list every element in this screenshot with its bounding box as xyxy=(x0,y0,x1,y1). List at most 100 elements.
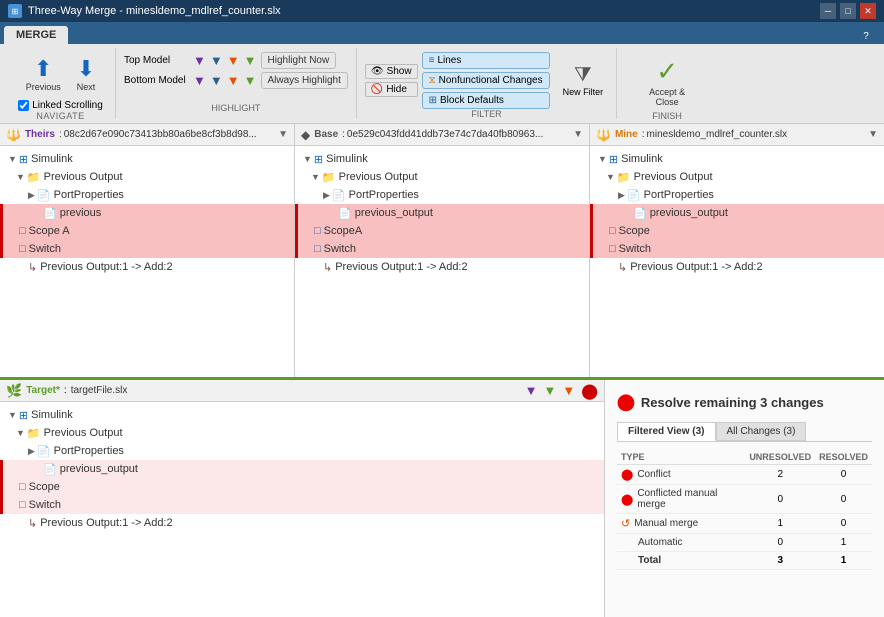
highlight-now-button[interactable]: Highlight Now xyxy=(261,52,337,69)
help-button[interactable]: ? xyxy=(858,28,874,44)
always-highlight-button[interactable]: Always Highlight xyxy=(261,72,348,89)
checkmark-icon: ✓ xyxy=(656,56,678,87)
list-item[interactable]: ▼ ⊞ Simulink xyxy=(0,406,604,424)
list-item[interactable]: ▶ 📄 PortProperties xyxy=(0,186,294,204)
maximize-button[interactable]: □ xyxy=(840,3,856,19)
top-model-icon3[interactable]: ▼ xyxy=(227,53,240,68)
list-item[interactable]: □ ScopeA xyxy=(295,222,589,240)
list-item[interactable]: □ Switch xyxy=(0,496,604,514)
accept-close-button[interactable]: ✓ Accept & Close xyxy=(643,52,691,111)
top-diff-area: 🔱 Theirs : 08c2d67e090c73413bb80a6be8cf3… xyxy=(0,124,884,377)
nonfunctional-button[interactable]: ≡ Lines xyxy=(422,52,550,69)
list-item[interactable]: ▼ 📁 Previous Output xyxy=(295,168,589,186)
bottom-model-icon2[interactable]: ▼ xyxy=(210,73,223,88)
folder-icon: 📁 xyxy=(617,171,631,184)
list-item[interactable]: □ Switch xyxy=(590,240,884,258)
theirs-panel[interactable]: ▼ ⊞ Simulink ▼ 📁 Previous Output ▶ 📄 Por… xyxy=(0,146,295,377)
nonfunctional-changes-button[interactable]: ⧖ Nonfunctional Changes xyxy=(422,72,550,89)
table-row: ↺ Manual merge 1 0 xyxy=(617,514,872,534)
minimize-button[interactable]: ─ xyxy=(820,3,836,19)
type-col-header: TYPE xyxy=(617,450,745,465)
list-item[interactable]: ▶ 📄 PortProperties xyxy=(590,186,884,204)
bottom-model-icon1[interactable]: ▼ xyxy=(193,73,206,88)
scope-icon: □ xyxy=(609,225,616,237)
highlight-group: Top Model ▼ ▼ ▼ ▼ Highlight Now Bottom M… xyxy=(116,48,357,119)
simulink-icon: ⊞ xyxy=(609,153,618,166)
list-item[interactable]: ▶ 📄 PortProperties xyxy=(0,442,604,460)
linked-scrolling-checkbox[interactable] xyxy=(18,100,29,111)
bottom-split: 🌿 Target* : targetFile.slx ▼ ▼ ▼ ⬤ ▼ ⊞ S… xyxy=(0,377,884,617)
bottom-model-icon4[interactable]: ▼ xyxy=(244,73,257,88)
next-button[interactable]: ⬇ Next xyxy=(71,52,102,96)
expand-icon[interactable]: ▼ xyxy=(16,428,25,438)
list-item[interactable]: ↳ Previous Output:1 -> Add:2 xyxy=(0,258,294,276)
list-item[interactable]: ▼ 📁 Previous Output xyxy=(0,424,604,442)
hide-button[interactable]: 🚫 Hide xyxy=(365,82,418,97)
filtered-view-tab[interactable]: Filtered View (3) xyxy=(617,422,716,441)
expand-icon[interactable]: ▼ xyxy=(598,154,607,164)
switch-icon: □ xyxy=(19,499,26,511)
expand-icon[interactable]: ▼ xyxy=(8,154,17,164)
expand-icon[interactable]: ▶ xyxy=(28,190,35,201)
app-icon: ⊞ xyxy=(8,4,22,18)
list-item[interactable]: ↳ Previous Output:1 -> Add:2 xyxy=(590,258,884,276)
expand-icon[interactable]: ▼ xyxy=(303,154,312,164)
list-item[interactable]: 📄 previous_output xyxy=(295,204,589,222)
target-action2[interactable]: ▼ xyxy=(543,383,556,398)
list-item[interactable]: ↳ Previous Output:1 -> Add:2 xyxy=(295,258,589,276)
top-model-icon4[interactable]: ▼ xyxy=(244,53,257,68)
show-button[interactable]: 👁 Show xyxy=(365,64,418,79)
expand-icon[interactable]: ▼ xyxy=(606,172,615,182)
list-item[interactable]: ▼ ⊞ Simulink xyxy=(590,150,884,168)
target-tree-content[interactable]: ▼ ⊞ Simulink ▼ 📁 Previous Output ▶ 📄 Por… xyxy=(0,402,604,536)
list-item[interactable]: □ Scope A xyxy=(0,222,294,240)
list-item[interactable]: □ Scope xyxy=(0,478,604,496)
expand-icon[interactable]: ▶ xyxy=(28,446,35,457)
list-item[interactable]: 📄 previous_output xyxy=(590,204,884,222)
target-action1[interactable]: ▼ xyxy=(525,383,538,398)
target-panel[interactable]: 🌿 Target* : targetFile.slx ▼ ▼ ▼ ⬤ ▼ ⊞ S… xyxy=(0,380,604,617)
previous-button[interactable]: ⬆ Previous xyxy=(20,52,67,96)
simulink-icon: ⊞ xyxy=(19,153,28,166)
list-item[interactable]: ↳ Previous Output:1 -> Add:2 xyxy=(0,514,604,532)
linked-scrolling-row: Linked Scrolling xyxy=(18,100,103,111)
target-action3[interactable]: ▼ xyxy=(562,383,575,398)
theirs-dropdown-icon[interactable]: ▼ xyxy=(278,129,288,140)
base-dropdown-icon[interactable]: ▼ xyxy=(573,129,583,140)
resolve-tabs: Filtered View (3) All Changes (3) xyxy=(617,422,872,442)
list-item[interactable]: 📄 previous xyxy=(0,204,294,222)
list-item[interactable]: ▼ 📁 Previous Output xyxy=(590,168,884,186)
new-filter-button[interactable]: ⧩ New Filter xyxy=(558,61,609,100)
list-item[interactable]: ▼ 📁 Previous Output xyxy=(0,168,294,186)
target-action4[interactable]: ⬤ xyxy=(581,382,598,400)
expand-icon[interactable]: ▼ xyxy=(16,172,25,182)
mine-dropdown-icon[interactable]: ▼ xyxy=(868,129,878,140)
list-item[interactable]: ▶ 📄 PortProperties xyxy=(295,186,589,204)
scope-icon: □ xyxy=(19,481,26,493)
all-changes-tab[interactable]: All Changes (3) xyxy=(716,422,807,441)
bottom-model-icon3[interactable]: ▼ xyxy=(227,73,240,88)
scope-icon: □ xyxy=(19,225,26,237)
expand-icon[interactable]: ▼ xyxy=(311,172,320,182)
block-defaults-button[interactable]: ⊞ Block Defaults xyxy=(422,92,550,109)
list-item[interactable]: ▼ ⊞ Simulink xyxy=(295,150,589,168)
list-item[interactable]: □ Scope xyxy=(590,222,884,240)
expand-icon[interactable]: ▶ xyxy=(618,190,625,201)
base-icon: ◆ xyxy=(301,128,310,142)
top-model-icon1[interactable]: ▼ xyxy=(193,53,206,68)
expand-icon[interactable]: ▶ xyxy=(323,190,330,201)
filter-content: 👁 Show 🚫 Hide ≡ Lines ⧖ Nonfunctional Ch… xyxy=(365,52,608,109)
merge-tab[interactable]: MERGE xyxy=(4,26,68,44)
mine-panel[interactable]: ▼ ⊞ Simulink ▼ 📁 Previous Output ▶ 📄 Por… xyxy=(590,146,884,377)
item-icon: 📄 xyxy=(338,207,352,220)
list-item[interactable]: ▼ ⊞ Simulink xyxy=(0,150,294,168)
expand-icon[interactable]: ▼ xyxy=(8,410,17,420)
list-item[interactable]: □ Switch xyxy=(0,240,294,258)
list-item[interactable]: 📄 previous_output xyxy=(0,460,604,478)
title-bar: ⊞ Three-Way Merge - minesldemo_mdlref_co… xyxy=(0,0,884,22)
base-panel[interactable]: ▼ ⊞ Simulink ▼ 📁 Previous Output ▶ 📄 Por… xyxy=(295,146,590,377)
target-header: 🌿 Target* : targetFile.slx ▼ ▼ ▼ ⬤ xyxy=(0,380,604,402)
close-button[interactable]: ✕ xyxy=(860,3,876,19)
top-model-icon2[interactable]: ▼ xyxy=(210,53,223,68)
list-item[interactable]: □ Switch xyxy=(295,240,589,258)
